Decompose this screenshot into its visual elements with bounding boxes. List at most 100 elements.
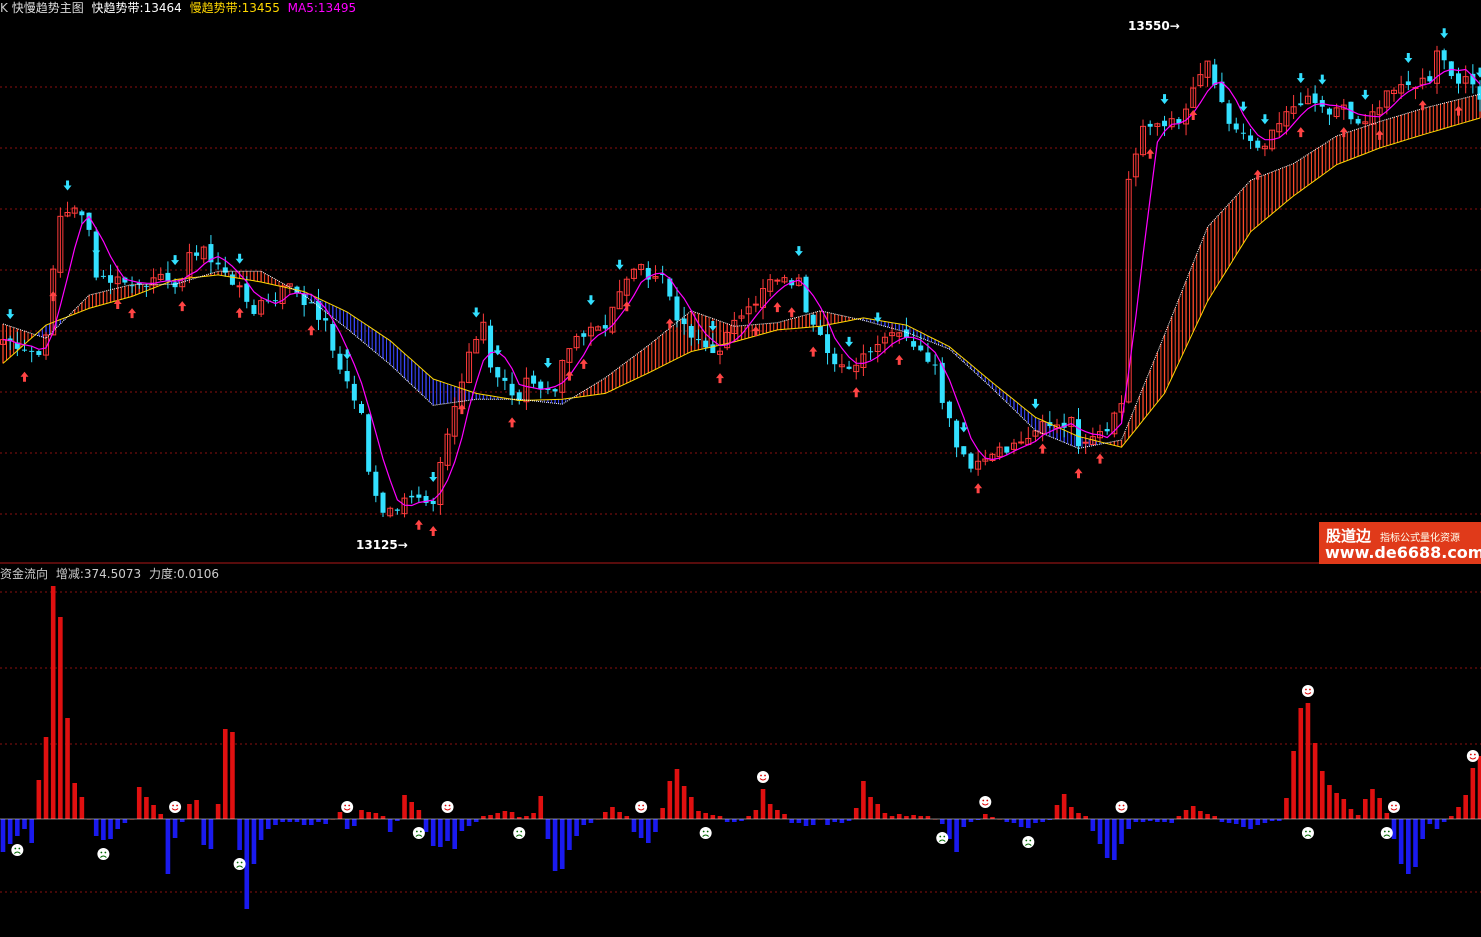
- sell-signal-arrow: [1260, 114, 1269, 125]
- flow-bar-positive: [337, 812, 343, 819]
- flow-bar-negative: [1169, 819, 1175, 823]
- trend-lines: [2, 68, 1481, 507]
- face-eye: [344, 804, 347, 807]
- candle-body-down: [946, 401, 952, 419]
- flow-bar-negative: [574, 819, 579, 836]
- face-eye: [104, 851, 107, 854]
- sell-signal-arrow: [429, 472, 438, 483]
- flow-bar-negative: [545, 819, 551, 839]
- face-eye: [1383, 830, 1386, 833]
- face-eye: [444, 804, 447, 807]
- flow-bar-negative: [796, 819, 802, 823]
- candle-body-down: [961, 446, 967, 455]
- flow-bar-negative: [122, 819, 128, 823]
- buy-signal-arrow: [852, 387, 861, 398]
- face-disc: [233, 858, 246, 870]
- candle-body-down: [932, 364, 938, 366]
- flow-bar-negative: [559, 819, 565, 869]
- flow-bar-negative: [1090, 819, 1096, 831]
- flow-bar-positive: [72, 783, 77, 819]
- face-eye: [14, 847, 17, 850]
- candle-body-down: [1427, 76, 1433, 82]
- flow-bar-positive: [1076, 813, 1081, 819]
- flow-bar-negative: [739, 819, 744, 821]
- flow-bar-positive: [359, 810, 364, 819]
- flow-bar-negative: [1011, 819, 1017, 823]
- candle-body-down: [1248, 135, 1254, 141]
- sell-signal-arrow: [171, 255, 180, 266]
- candle-body-down: [602, 325, 608, 329]
- flow-bar-positive: [50, 586, 56, 819]
- flow-bar-negative: [846, 819, 852, 821]
- candle-body-down: [846, 366, 852, 369]
- buy-signal-arrow: [128, 308, 137, 319]
- flow-bar-negative: [1040, 819, 1045, 822]
- candle-body-down: [695, 339, 701, 341]
- flow-bar-negative: [588, 819, 594, 823]
- flow-bar-positive: [904, 816, 909, 819]
- candle-body-down: [1448, 61, 1454, 76]
- candle-body-down: [1233, 123, 1239, 130]
- face-eye: [240, 861, 243, 864]
- candle-body-down: [29, 350, 35, 352]
- face-eye: [1309, 830, 1311, 833]
- flow-bar-negative: [108, 819, 113, 839]
- delta-label: 增减:: [55, 567, 84, 581]
- ma5-label: MA5:: [287, 1, 318, 15]
- face-eye: [702, 830, 705, 833]
- flow-bar-negative: [352, 819, 357, 826]
- candle-body-down: [36, 351, 42, 355]
- buy-signal-arrow: [1096, 453, 1105, 464]
- buy-signal-arrow: [716, 373, 724, 384]
- face-eye: [176, 804, 178, 807]
- sell-signal-arrow: [794, 246, 803, 257]
- candle-body-down: [416, 494, 422, 498]
- flow-bar-negative: [280, 819, 285, 822]
- flow-bar-positive: [65, 718, 70, 819]
- candle-body-down: [552, 389, 558, 392]
- flow-bar-negative: [581, 819, 587, 825]
- flow-bar-negative: [1104, 819, 1110, 858]
- candle-body-up: [1018, 441, 1025, 444]
- sell-signal-arrow: [1318, 74, 1327, 85]
- candle-body-down: [1255, 140, 1261, 148]
- candle-body-down: [229, 274, 235, 285]
- sad-face-icon: [97, 848, 110, 860]
- sell-signal-arrow: [543, 358, 552, 369]
- candle-body-down: [86, 212, 92, 230]
- flow-bar-negative: [1420, 819, 1425, 839]
- candle-body-down: [1226, 103, 1232, 124]
- candle-body-down: [430, 500, 436, 505]
- flow-bar-positive: [43, 737, 49, 819]
- flow-bar-positive: [1305, 703, 1311, 819]
- buy-signal-arrow: [665, 318, 674, 329]
- flow-bar-negative: [1140, 819, 1146, 822]
- flow-bar-negative: [939, 819, 945, 824]
- candle-body-down: [330, 323, 336, 351]
- face-eye: [520, 830, 523, 833]
- flow-bar-negative: [1004, 819, 1010, 822]
- flow-bar-negative: [452, 819, 458, 849]
- buy-signal-arrow: [1375, 129, 1384, 140]
- face-disc: [341, 801, 354, 813]
- face-eye: [415, 830, 418, 833]
- flow-bar-positive: [1449, 816, 1454, 819]
- flow-bar-positive: [617, 812, 622, 819]
- flow-bar-positive: [1384, 813, 1390, 819]
- flow-bar-negative: [789, 819, 794, 823]
- candle-body-down: [1355, 118, 1361, 124]
- candle-body-down: [688, 325, 694, 338]
- flow-bar-negative: [316, 819, 321, 822]
- flow-bar-positive: [925, 816, 931, 819]
- flow-bar-negative: [839, 819, 845, 823]
- flow-bar-negative: [344, 819, 350, 829]
- candle-body-down: [1477, 86, 1481, 100]
- flow-bar-negative: [387, 819, 393, 832]
- happy-face-icon: [1466, 750, 1479, 762]
- candle-body-down: [373, 471, 379, 496]
- flow-bar-positive: [488, 815, 493, 819]
- flow-bar-negative: [165, 819, 171, 874]
- flow-bar-positive: [380, 816, 386, 819]
- flow-bar-positive: [531, 813, 536, 819]
- happy-face-icon: [1387, 801, 1400, 813]
